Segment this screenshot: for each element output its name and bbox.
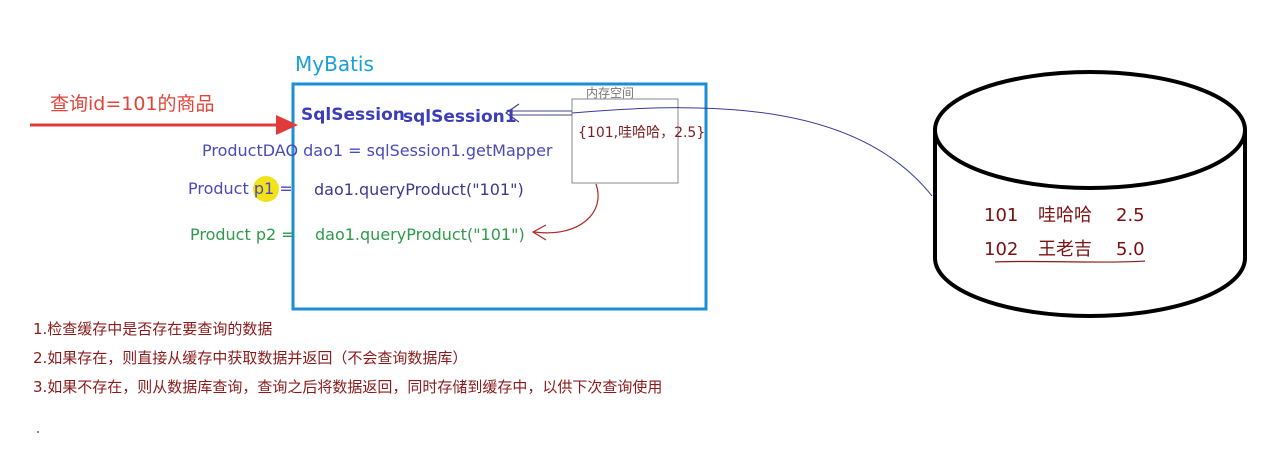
note-step-2: 2.如果存在，则直接从缓存中获取数据并返回（不会查询数据库） [33, 349, 468, 367]
db-row: 102 王老吉 5.0 [984, 235, 1145, 261]
mapper-code-line: ProductDAO dao1 = sqlSession1.getMapper [202, 141, 553, 160]
sqlsession-var-label: sqlSession1 [403, 107, 517, 127]
db-row-name: 哇哈哈 [1038, 205, 1092, 226]
db-row-price: 2.5 [1116, 205, 1145, 226]
p2-label: Product p2 = [190, 225, 295, 244]
database-cylinder-top [933, 70, 1247, 190]
db-row-name: 王老吉 [1038, 239, 1092, 260]
db-row-price: 5.0 [1116, 239, 1145, 260]
query-arrowhead [276, 115, 298, 135]
note-step-1: 1.检查缓存中是否存在要查询的数据 [33, 320, 273, 338]
sqlsession-type-label: SqlSession [301, 105, 405, 125]
db-row: 101 哇哈哈 2.5 [984, 201, 1145, 227]
p1-call: dao1.queryProduct("101") [314, 180, 524, 199]
db-row-id: 102 [984, 239, 1019, 260]
cached-entry: {101,哇哈哈，2.5} [578, 125, 706, 141]
mybatis-title: MyBatis [295, 52, 374, 76]
p2-call: dao1.queryProduct("101") [315, 225, 525, 244]
db-row-id: 101 [984, 205, 1019, 226]
db-rows-underline [994, 260, 1146, 263]
stray-dot [37, 431, 39, 433]
query-label: 查询id=101的商品 [50, 93, 215, 115]
p1-label: Product p1 = [188, 179, 293, 198]
memory-space-label: 内存空间 [586, 86, 635, 100]
cache-to-p2-curve [533, 183, 599, 234]
note-step-3: 3.如果不存在，则从数据库查询，查询之后将数据返回，同时存储到缓存中，以供下次查… [33, 378, 663, 396]
